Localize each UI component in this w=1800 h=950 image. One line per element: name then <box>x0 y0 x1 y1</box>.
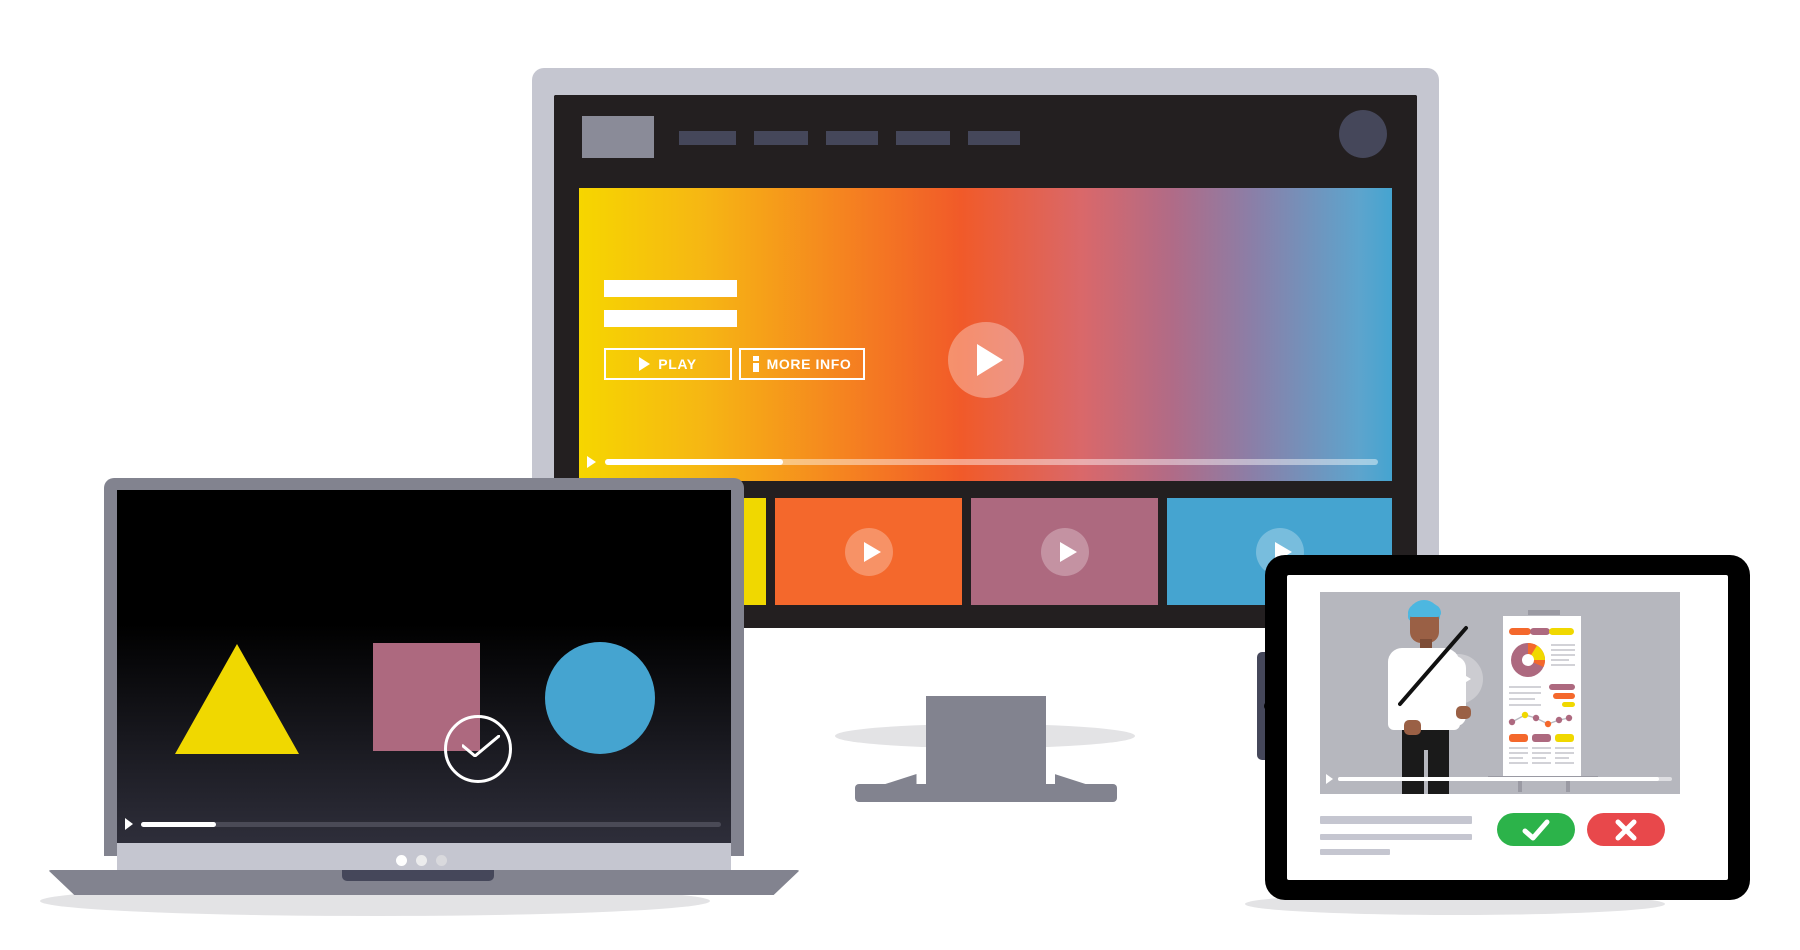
thumbnail-play-button[interactable] <box>844 527 893 576</box>
caption-line-2 <box>1320 834 1472 840</box>
laptop-chin <box>117 843 731 870</box>
hero-progress-fill <box>605 459 783 465</box>
monitor-stand-foot <box>854 784 1117 802</box>
tablet-body <box>1264 555 1750 900</box>
carousel-dot-1[interactable] <box>396 855 407 866</box>
carousel-dot-3[interactable] <box>436 855 447 866</box>
presenter-leg-gap <box>1424 750 1428 794</box>
hero-more-info-button[interactable]: MORE INFO <box>739 348 865 380</box>
site-logo[interactable] <box>582 116 654 158</box>
flipchart-paper <box>1503 616 1581 776</box>
caption-line-1 <box>1320 816 1472 824</box>
nav-link-1[interactable] <box>679 131 736 145</box>
site-navbar <box>554 95 1417 173</box>
tablet-progress-fill <box>1338 777 1659 781</box>
nav-link-4[interactable] <box>896 131 950 145</box>
shape-triangle-icon <box>175 644 299 754</box>
play-triangle-icon <box>1453 668 1471 690</box>
approve-button[interactable] <box>1497 813 1575 846</box>
info-icon <box>752 356 759 372</box>
presenter-hand-left <box>1404 720 1421 735</box>
reject-button[interactable] <box>1587 813 1665 846</box>
tablet-screen <box>1287 575 1728 880</box>
laptop-progress-fill <box>141 822 217 827</box>
laptop-screen <box>117 490 731 843</box>
thumbnail-play-button[interactable] <box>1040 527 1089 576</box>
play-triangle-icon <box>587 456 596 468</box>
laptop-device <box>48 478 800 898</box>
laptop-base <box>48 870 800 895</box>
play-triangle-icon <box>1059 541 1077 562</box>
play-triangle-icon <box>639 357 651 371</box>
hero-progress-bar[interactable] <box>579 455 1392 469</box>
thumbnail-card-2[interactable] <box>775 498 962 605</box>
flipchart-clip <box>1528 610 1560 615</box>
hero-play-overlay-button[interactable] <box>947 322 1024 398</box>
play-triangle-icon <box>976 344 1003 376</box>
hero-play-button-label: PLAY <box>658 356 697 372</box>
check-mark-icon <box>462 735 500 757</box>
laptop-trackpad-notch <box>342 870 494 881</box>
close-icon <box>1615 819 1637 840</box>
tablet-camera-icon <box>1264 701 1274 711</box>
play-triangle-icon <box>863 541 881 562</box>
play-triangle-icon <box>1326 774 1333 784</box>
hero-more-info-label: MORE INFO <box>766 356 852 372</box>
nav-link-3[interactable] <box>826 131 878 145</box>
caption-line-3 <box>1320 849 1390 855</box>
hero-banner: PLAY MORE INFO <box>579 188 1392 481</box>
check-badge-icon <box>444 715 512 783</box>
hero-title-line-1 <box>604 280 737 297</box>
monitor-stand-neck <box>925 696 1046 796</box>
carousel-dot-2[interactable] <box>416 855 427 866</box>
thumbnail-card-3[interactable] <box>971 498 1158 605</box>
hero-title-line-2 <box>604 310 737 327</box>
laptop-progress-bar[interactable] <box>117 818 731 830</box>
flipchart-content <box>1508 628 1575 764</box>
user-avatar[interactable] <box>1339 110 1387 158</box>
illustration-stage: PLAY MORE INFO <box>0 0 1800 950</box>
check-icon <box>1522 819 1550 840</box>
tablet-progress-bar[interactable] <box>1320 774 1680 784</box>
tablet-play-overlay-button[interactable] <box>1433 654 1483 704</box>
shape-circle-icon <box>545 642 655 754</box>
tablet-progress-track[interactable] <box>1338 777 1672 781</box>
nav-link-2[interactable] <box>754 131 808 145</box>
tablet-device <box>1257 555 1750 900</box>
hero-progress-track[interactable] <box>605 459 1378 465</box>
hero-play-button[interactable]: PLAY <box>604 348 732 380</box>
play-triangle-icon <box>125 818 133 830</box>
tablet-video-player[interactable] <box>1320 592 1680 794</box>
laptop-progress-track[interactable] <box>141 822 721 827</box>
nav-link-5[interactable] <box>968 131 1020 145</box>
presenter-hair-front <box>1408 604 1441 617</box>
